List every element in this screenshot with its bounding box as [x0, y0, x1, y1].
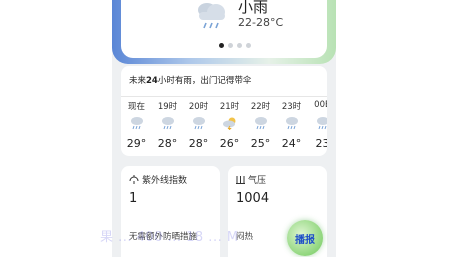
- uv-label-row: 紫外线指数: [129, 173, 187, 186]
- hour-temp: 26°: [219, 137, 240, 150]
- cloud-rain-icon: [198, 3, 225, 29]
- weather-app-screen: 小雨 22-28°C 未来24小时有雨，出门记得带伞 现在 29° 19时 28…: [112, 0, 336, 257]
- uv-label: 紫外线指数: [142, 176, 188, 186]
- hour-time: 19时: [157, 102, 178, 112]
- cloud-rain-icon: [316, 117, 327, 130]
- hourly-forecast-card: 未来24小时有雨，出门记得带伞 现在 29° 19时 28° 20时 28° 2…: [121, 66, 327, 156]
- pressure-label-row: 气压: [236, 173, 266, 186]
- hour-temp: 28°: [157, 137, 178, 150]
- hour-time: 00B: [314, 100, 327, 110]
- pressure-icon: [236, 176, 245, 184]
- page-indicator: [219, 43, 251, 48]
- divider: [121, 96, 327, 97]
- hour-temp: 24°: [281, 137, 302, 150]
- cloud-rain-icon: [285, 117, 298, 130]
- cloud-rain-icon: [130, 117, 143, 130]
- page-dot-4[interactable]: [246, 43, 251, 48]
- current-temp-range: 22-28°C: [238, 16, 284, 29]
- hour-item: 21时 26°: [214, 100, 245, 150]
- hour-temp: 29°: [126, 137, 147, 150]
- page-dot-3[interactable]: [237, 43, 242, 48]
- hour-temp: 28°: [188, 137, 209, 150]
- watermark: 果 ... 400 ... 18 ... M: [100, 230, 239, 245]
- page-dot-1[interactable]: [219, 43, 224, 48]
- hour-time: 20时: [188, 102, 209, 112]
- hour-item: 00B 23: [307, 100, 327, 150]
- hour-item: 19时 28°: [152, 100, 183, 150]
- pressure-label: 气压: [248, 176, 267, 186]
- current-weather-card[interactable]: 小雨 22-28°C: [121, 0, 327, 58]
- hour-time: 现在: [127, 102, 145, 112]
- partly-cloudy-thunder-icon: [222, 117, 235, 130]
- cloud-rain-icon: [254, 117, 267, 130]
- page-dot-2[interactable]: [228, 43, 233, 48]
- uv-icon: [129, 175, 139, 184]
- hourly-strip[interactable]: 现在 29° 19时 28° 20时 28° 21时 26° 22时 25° 2…: [121, 100, 327, 156]
- rain-tip: 未来24小时有雨，出门记得带伞: [129, 74, 251, 86]
- hour-time: 23时: [281, 102, 302, 112]
- cloud-rain-icon: [161, 117, 174, 130]
- hour-time: 21时: [219, 102, 240, 112]
- hour-item: 现在 29°: [121, 100, 152, 150]
- rain-tip-hours: 24: [146, 76, 158, 86]
- hour-temp: 23: [315, 137, 328, 150]
- rain-tip-suffix: 小时有雨，出门记得带伞: [157, 76, 252, 86]
- hour-item: 22时 25°: [245, 100, 276, 150]
- rain-tip-prefix: 未来: [129, 76, 147, 86]
- current-condition: 小雨: [238, 0, 269, 16]
- uv-value: 1: [129, 191, 138, 206]
- hour-temp: 25°: [250, 137, 271, 150]
- hour-time: 22时: [250, 102, 271, 112]
- hour-item: 23时 24°: [276, 100, 307, 150]
- cloud-rain-icon: [192, 117, 205, 130]
- hour-item: 20时 28°: [183, 100, 214, 150]
- pressure-value: 1004: [236, 191, 270, 206]
